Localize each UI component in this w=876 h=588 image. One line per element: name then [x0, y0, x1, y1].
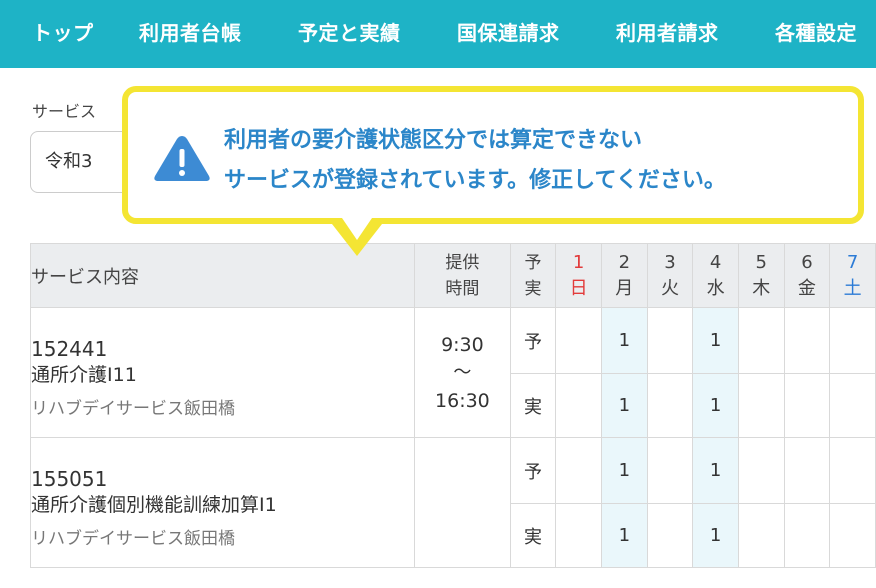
day-number: 6: [801, 251, 813, 273]
plan-label-cell: 予: [509, 307, 557, 374]
nav-item-user-billing[interactable]: 利用者請求: [616, 0, 719, 68]
plan-cell-day-1[interactable]: [555, 437, 602, 504]
header-plan-actual: 予 実: [509, 243, 557, 308]
service-filter-label: サービス: [32, 102, 97, 121]
plan-label-cell: 予: [509, 437, 557, 504]
header-day-1: 1 日: [555, 243, 602, 308]
day-number: 7: [846, 251, 859, 273]
warning-callout: 利用者の要介護状態区分では算定できない サービスが登録されています。修正してくだ…: [122, 86, 864, 224]
actual-cell-day-1[interactable]: [555, 373, 602, 438]
day-of-week: 月: [615, 277, 634, 299]
day-of-week: 土: [843, 277, 862, 299]
header-day-7: 7 土: [829, 243, 876, 308]
header-day-5: 5 木: [737, 243, 785, 308]
plan-cell-day-2[interactable]: 1: [600, 437, 648, 504]
header-actual: 実: [524, 278, 542, 299]
service-name: 通所介護Ⅰ11: [31, 363, 137, 386]
nav-item-top[interactable]: トップ: [32, 0, 94, 68]
service-name: 通所介護個別機能訓練加算Ⅰ1: [31, 493, 277, 516]
actual-cell-day-4[interactable]: 1: [692, 373, 739, 438]
actual-cell-day-7[interactable]: [829, 373, 876, 438]
warning-message-line2: サービスが登録されています。修正してください。: [224, 168, 726, 193]
plan-cell-day-7[interactable]: [829, 437, 876, 504]
day-of-week: 木: [752, 277, 771, 299]
warning-message-line1: 利用者の要介護状態区分では算定できない: [224, 128, 643, 153]
plan-cell-day-4[interactable]: 1: [692, 437, 739, 504]
header-time-line2: 時間: [445, 278, 480, 299]
warning-triangle-icon: [154, 136, 210, 181]
table-row: 152441 通所介護Ⅰ11 リハブデイサービス飯田橋 9:30 〜 16:30…: [30, 307, 876, 438]
header-day-6: 6 金: [783, 243, 831, 308]
plan-cell-day-4[interactable]: 1: [692, 307, 739, 374]
header-day-2: 2 月: [600, 243, 648, 308]
header-provision-time: 提供 時間: [414, 243, 511, 308]
nav-item-plan-and-results[interactable]: 予定と実績: [298, 0, 401, 68]
nav-item-nhi-billing[interactable]: 国保連請求: [457, 0, 560, 68]
plan-cell-day-6[interactable]: [783, 307, 831, 374]
actual-cell-day-2[interactable]: 1: [600, 373, 648, 438]
actual-cell-day-5[interactable]: [737, 373, 785, 438]
header-time-line1: 提供: [445, 252, 480, 273]
actual-cell-day-2[interactable]: 1: [600, 503, 648, 568]
plan-cell-day-3[interactable]: [646, 437, 694, 504]
day-number: 1: [572, 251, 585, 273]
nav-item-user-ledger[interactable]: 利用者台帳: [139, 0, 242, 68]
time-end: 16:30: [435, 389, 490, 412]
facility-name: リハブデイサービス飯田橋: [31, 398, 235, 419]
actual-cell-day-4[interactable]: 1: [692, 503, 739, 568]
header-plan: 予: [524, 252, 542, 273]
actual-cell-day-7[interactable]: [829, 503, 876, 568]
day-number: 5: [755, 251, 767, 273]
plan-cell-day-3[interactable]: [646, 307, 694, 374]
day-of-week: 日: [569, 277, 588, 299]
day-of-week: 火: [660, 277, 679, 299]
actual-label-cell: 実: [509, 503, 557, 568]
day-number: 3: [664, 251, 676, 273]
day-number: 2: [618, 251, 631, 273]
service-code: 152441: [31, 336, 108, 361]
day-number: 4: [709, 251, 722, 273]
provision-time-cell[interactable]: 9:30 〜 16:30: [414, 307, 511, 438]
actual-cell-day-3[interactable]: [646, 503, 694, 568]
header-day-4: 4 水: [692, 243, 739, 308]
service-code: 155051: [31, 466, 108, 491]
plan-cell-day-1[interactable]: [555, 307, 602, 374]
plan-cell-day-5[interactable]: [737, 307, 785, 374]
plan-cell-day-5[interactable]: [737, 437, 785, 504]
time-separator: 〜: [453, 361, 472, 383]
actual-cell-day-6[interactable]: [783, 503, 831, 568]
plan-cell-day-7[interactable]: [829, 307, 876, 374]
schedule-table: サービス内容 提供 時間 予 実 1 日 2 月 3 火 4 水 5 木 6 金…: [30, 243, 876, 568]
facility-name: リハブデイサービス飯田橋: [31, 528, 235, 549]
nav-item-settings[interactable]: 各種設定: [775, 0, 857, 68]
top-nav: トップ 利用者台帳 予定と実績 国保連請求 利用者請求 各種設定: [0, 0, 876, 68]
table-row: 155051 通所介護個別機能訓練加算Ⅰ1 リハブデイサービス飯田橋 予 1 1: [30, 437, 876, 568]
service-content-cell[interactable]: 155051 通所介護個別機能訓練加算Ⅰ1 リハブデイサービス飯田橋: [30, 437, 416, 568]
actual-cell-day-5[interactable]: [737, 503, 785, 568]
actual-label-cell: 実: [509, 373, 557, 438]
header-day-3: 3 火: [646, 243, 694, 308]
actual-cell-day-6[interactable]: [783, 373, 831, 438]
provision-time-cell[interactable]: [414, 437, 511, 568]
plan-cell-day-2[interactable]: 1: [600, 307, 648, 374]
day-of-week: 金: [797, 277, 816, 299]
plan-cell-day-6[interactable]: [783, 437, 831, 504]
day-of-week: 水: [706, 277, 725, 299]
schedule-table-wrapper: サービス内容 提供 時間 予 実 1 日 2 月 3 火 4 水 5 木 6 金…: [30, 243, 876, 588]
service-content-cell[interactable]: 152441 通所介護Ⅰ11 リハブデイサービス飯田橋: [30, 307, 416, 438]
table-header-row: サービス内容 提供 時間 予 実 1 日 2 月 3 火 4 水 5 木 6 金…: [30, 243, 876, 308]
callout-tail-inner: [342, 218, 372, 240]
time-start: 9:30: [441, 333, 484, 356]
actual-cell-day-1[interactable]: [555, 503, 602, 568]
actual-cell-day-3[interactable]: [646, 373, 694, 438]
